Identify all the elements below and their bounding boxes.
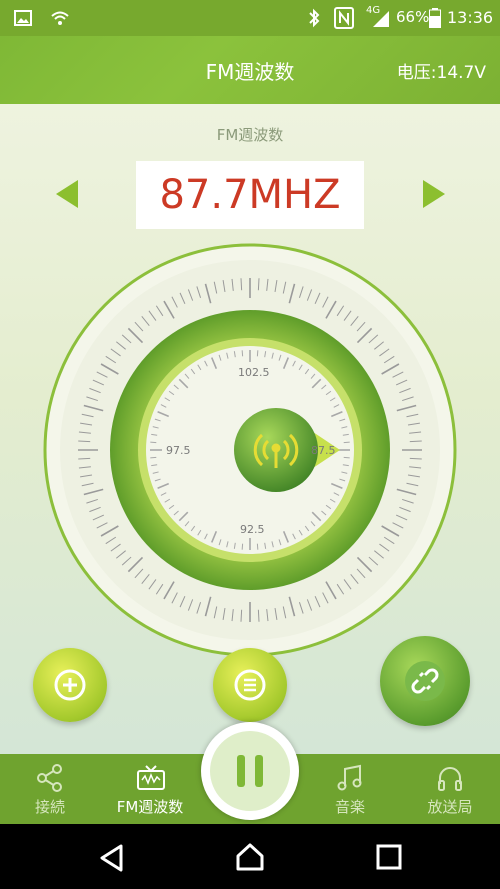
tick-mark [257, 278, 260, 291]
tick-mark [78, 457, 91, 460]
tick-mark [409, 457, 422, 460]
status-bar: 4G 66% 13:36 [0, 0, 500, 36]
tick-mark [409, 440, 422, 443]
scale-label-right: 87.5 [311, 444, 336, 457]
pause-button[interactable] [201, 722, 299, 820]
frequency-display: 87.7MHZ [136, 161, 364, 229]
battery-icon [429, 8, 441, 28]
link-icon [405, 661, 445, 701]
headphones-icon [438, 767, 462, 791]
frequency-label: FM週波数 [216, 126, 284, 144]
list-icon [234, 669, 266, 701]
tuning-dial[interactable] [40, 240, 460, 660]
wifi-icon [51, 11, 69, 25]
scale-label-top: 102.5 [238, 366, 270, 379]
system-navigation-bar [0, 824, 500, 889]
battery-percent: 66% [396, 8, 430, 26]
next-frequency-button[interactable] [423, 180, 445, 208]
nfc-icon [334, 7, 354, 29]
nav-label-music: 音楽 [334, 798, 365, 816]
nav-item-connect[interactable]: 接続 [0, 754, 100, 824]
nav-item-fm-frequency[interactable]: FM週波数 [100, 754, 200, 824]
tick-mark [257, 609, 260, 622]
nav-item-music[interactable]: 音楽 [300, 754, 400, 824]
tv-icon [137, 765, 165, 790]
home-icon[interactable] [235, 842, 265, 872]
bluetooth-icon [309, 8, 320, 28]
recent-apps-icon[interactable] [376, 844, 402, 870]
share-icon [37, 764, 62, 792]
scale-label-bottom: 92.5 [240, 523, 265, 536]
music-icon [337, 764, 362, 791]
title-bar: FM週波数 电压:14.7V [0, 36, 500, 104]
tick-mark [78, 440, 91, 443]
add-station-button[interactable] [33, 648, 107, 722]
plus-icon [54, 669, 86, 701]
scale-label-left: 97.5 [166, 444, 191, 457]
back-icon[interactable] [97, 843, 127, 873]
voltage-readout: 电压:14.7V [396, 63, 486, 83]
clock: 13:36 [447, 8, 494, 27]
link-button[interactable] [380, 636, 470, 726]
nav-item-stations[interactable]: 放送局 [400, 754, 500, 824]
nav-label-fm-frequency: FM週波数 [116, 798, 184, 816]
station-list-button[interactable] [213, 648, 287, 722]
nav-label-stations: 放送局 [427, 798, 473, 816]
nav-label-connect: 接続 [34, 798, 65, 816]
tick-mark [240, 278, 243, 291]
previous-frequency-button[interactable] [56, 180, 78, 208]
signal-icon [373, 11, 389, 27]
image-icon [14, 10, 32, 26]
pause-icon [210, 731, 290, 811]
tick-mark [240, 609, 243, 622]
